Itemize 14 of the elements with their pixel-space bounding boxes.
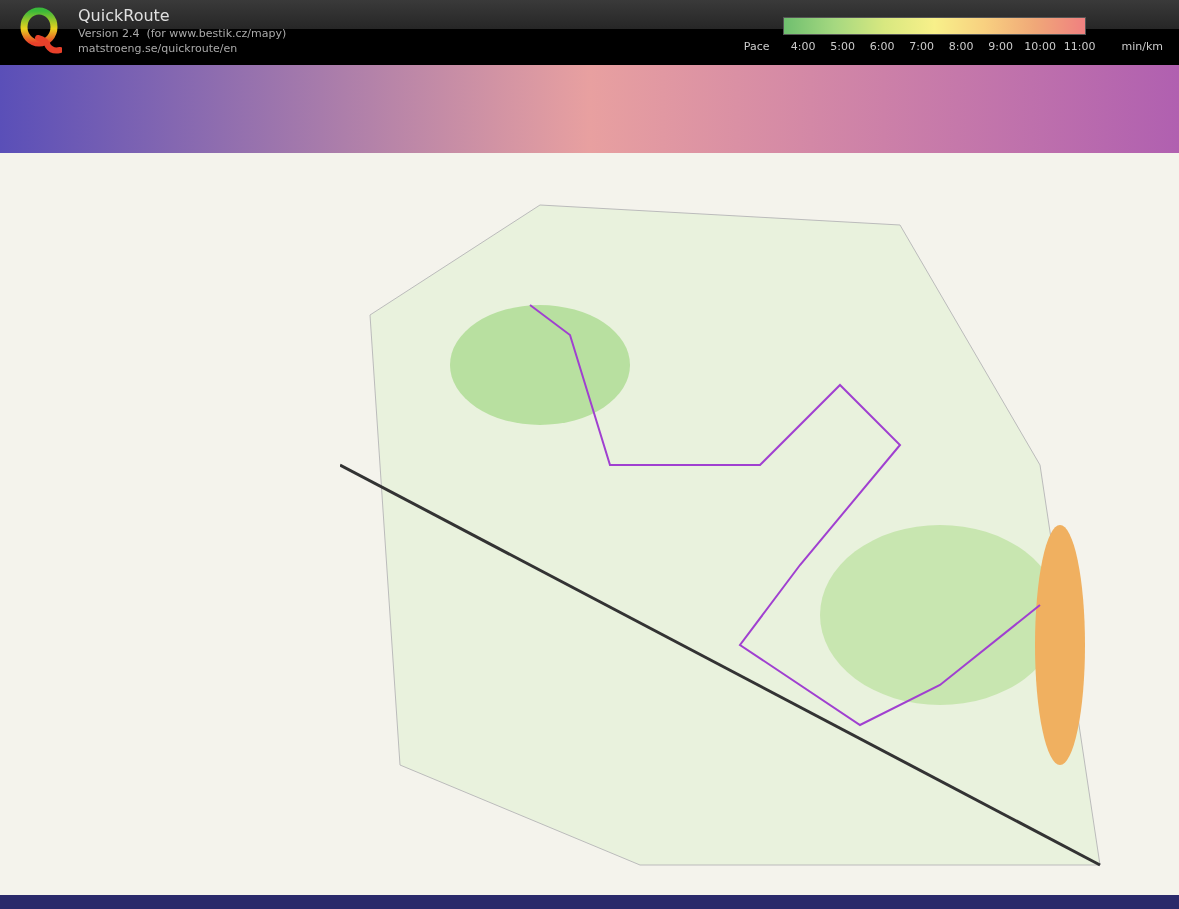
version-text: Version 2.4 (for www.bestik.cz/mapy) — [78, 26, 287, 41]
pace-tick-label: 9:00 — [987, 38, 1015, 55]
pace-unit: min/km — [1121, 38, 1163, 55]
pace-label: Pace — [743, 38, 770, 55]
website-text: matstroeng.se/quickroute/en — [78, 41, 239, 56]
pace-tick-label: 8:00 — [947, 38, 975, 55]
pace-tick-label: 6:00 — [868, 38, 896, 55]
pace-tick-label: 10:00 — [1023, 38, 1058, 55]
pace-tick-label: 4:00 — [789, 38, 817, 55]
pace-tick-label: 7:00 — [908, 38, 936, 55]
app-title: QuickRoute — [78, 6, 171, 26]
pace-tick-label: 11:00 — [1062, 38, 1097, 55]
pace-tick-label: 5:00 — [829, 38, 857, 55]
logo-icon — [18, 6, 62, 54]
